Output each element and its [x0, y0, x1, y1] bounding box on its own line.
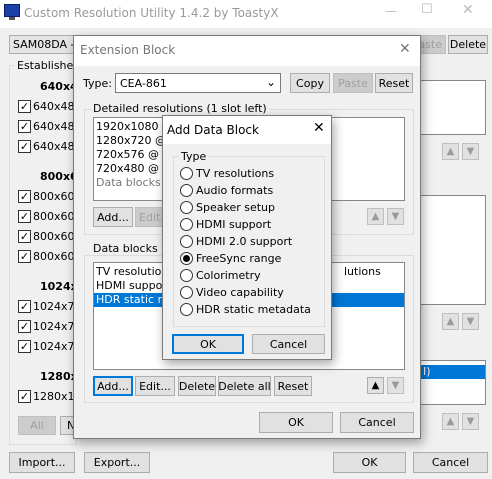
radio-option-label: FreeSync range [196, 252, 282, 265]
extension-block-title: Extension Block [80, 43, 176, 57]
detailed-edit-button[interactable]: Edit... [135, 207, 171, 227]
checkbox[interactable]: ✓ [18, 340, 31, 353]
radio-option[interactable] [180, 286, 193, 299]
move-down-icon[interactable]: ▼ [462, 313, 479, 330]
checkbox[interactable]: ✓ [18, 250, 31, 263]
radio-option[interactable] [180, 201, 193, 214]
add-data-block-title: Add Data Block [167, 123, 259, 137]
move-up-icon[interactable]: ▲ [367, 208, 384, 225]
extension-cancel-button[interactable]: Cancel [340, 412, 414, 433]
data-block-add-button[interactable]: Add... [93, 376, 133, 396]
main-ok-button[interactable]: OK [333, 452, 406, 473]
close-icon[interactable]: ✕ [399, 41, 411, 57]
main-right-list-bottom[interactable]: I) [420, 360, 486, 405]
move-up-icon[interactable]: ▲ [442, 143, 459, 160]
data-block-edit-button[interactable]: Edit... [135, 376, 175, 396]
type-select-value: CEA-861 [120, 77, 167, 90]
checkbox[interactable]: ✓ [18, 320, 31, 333]
data-block-reset-button[interactable]: Reset [274, 376, 312, 396]
copy-button[interactable]: Copy [290, 73, 330, 93]
radio-option-label: HDMI 2.0 support [196, 235, 293, 248]
minimize-icon[interactable]: — [385, 4, 397, 18]
checkbox[interactable]: ✓ [18, 390, 31, 403]
checkbox-label: 800x60 [33, 250, 75, 263]
radio-option[interactable] [180, 167, 193, 180]
reset-button[interactable]: Reset [375, 73, 413, 93]
move-down-icon[interactable]: ▼ [462, 413, 479, 430]
checkbox[interactable]: ✓ [18, 120, 31, 133]
checkbox[interactable]: ✓ [18, 100, 31, 113]
checkbox-label: 640x48 [33, 140, 75, 153]
move-down-icon[interactable]: ▼ [462, 143, 479, 160]
maximize-icon[interactable]: ☐ [421, 2, 433, 17]
main-delete-button[interactable]: Delete [448, 35, 488, 54]
extension-ok-button[interactable]: OK [259, 412, 333, 433]
move-up-icon[interactable]: ▲ [367, 377, 384, 394]
main-right-list-top[interactable] [420, 80, 486, 135]
checkbox-label: 640x48 [33, 100, 75, 113]
move-down-icon[interactable]: ▼ [387, 208, 404, 225]
export-button[interactable]: Export... [84, 452, 150, 473]
radio-option[interactable] [180, 218, 193, 231]
checkbox-label: 800x60 [33, 190, 75, 203]
add-data-block-titlebar: Add Data Block ✕ [163, 116, 331, 144]
detailed-resolutions-label: Detailed resolutions (1 slot left) [91, 102, 269, 115]
paste-button[interactable]: Paste [333, 73, 373, 93]
app-monitor-icon-stand [9, 17, 15, 20]
main-titlebar: Custom Resolution Utility 1.4.2 by Toast… [0, 0, 492, 28]
radio-option[interactable] [180, 235, 193, 248]
all-button[interactable]: All [18, 416, 56, 435]
checkbox[interactable]: ✓ [18, 210, 31, 223]
radio-option[interactable] [180, 184, 193, 197]
checkbox[interactable]: ✓ [18, 190, 31, 203]
checkbox[interactable]: ✓ [18, 230, 31, 243]
checkbox-label: 800x60 [33, 210, 75, 223]
monitor-select[interactable]: SAM08DA - S [9, 35, 85, 54]
type-label: Type: [83, 77, 112, 90]
add-block-ok-button[interactable]: OK [172, 334, 244, 354]
checkbox-label: 800x60 [33, 230, 75, 243]
main-cancel-button[interactable]: Cancel [413, 452, 488, 473]
add-block-cancel-button[interactable]: Cancel [252, 334, 325, 354]
add-data-block-dialog: Add Data Block ✕ Type TV resolutions Audi… [162, 115, 332, 360]
data-block-delete-all-button[interactable]: Delete all [218, 376, 271, 396]
radio-option-label: Colorimetry [196, 269, 261, 282]
radio-option[interactable] [180, 252, 193, 265]
radio-option-label: TV resolutions [196, 167, 275, 180]
radio-option-label: Video capability [196, 286, 284, 299]
move-down-icon[interactable]: ▼ [387, 377, 404, 394]
move-up-icon[interactable]: ▲ [442, 313, 459, 330]
checkbox[interactable]: ✓ [18, 300, 31, 313]
radio-option[interactable] [180, 269, 193, 282]
type-select[interactable]: CEA-861 ⌄ [115, 73, 281, 93]
main-window-title: Custom Resolution Utility 1.4.2 by Toast… [24, 6, 279, 20]
radio-option-label: Audio formats [196, 184, 274, 197]
radio-option-label: HDMI support [196, 218, 272, 231]
move-up-icon[interactable]: ▲ [442, 413, 459, 430]
detailed-add-button[interactable]: Add... [93, 207, 133, 227]
chevron-down-icon: ⌄ [265, 75, 276, 89]
close-icon[interactable]: ✕ [313, 120, 325, 136]
checkbox-label: 640x48 [33, 120, 75, 133]
list-item[interactable]: I) [421, 365, 485, 379]
extension-block-titlebar: Extension Block ✕ [74, 36, 420, 66]
main-right-list-mid[interactable] [420, 195, 486, 305]
close-icon[interactable]: ✕ [462, 2, 474, 18]
checkbox[interactable]: ✓ [18, 140, 31, 153]
app-monitor-icon [4, 4, 20, 17]
radio-option[interactable] [180, 303, 193, 316]
type-group-label: Type [179, 150, 209, 163]
data-block-delete-button[interactable]: Delete [178, 376, 216, 396]
import-button[interactable]: Import... [9, 452, 75, 473]
radio-option-label: Speaker setup [196, 201, 276, 214]
radio-option-label: HDR static metadata [196, 303, 311, 316]
